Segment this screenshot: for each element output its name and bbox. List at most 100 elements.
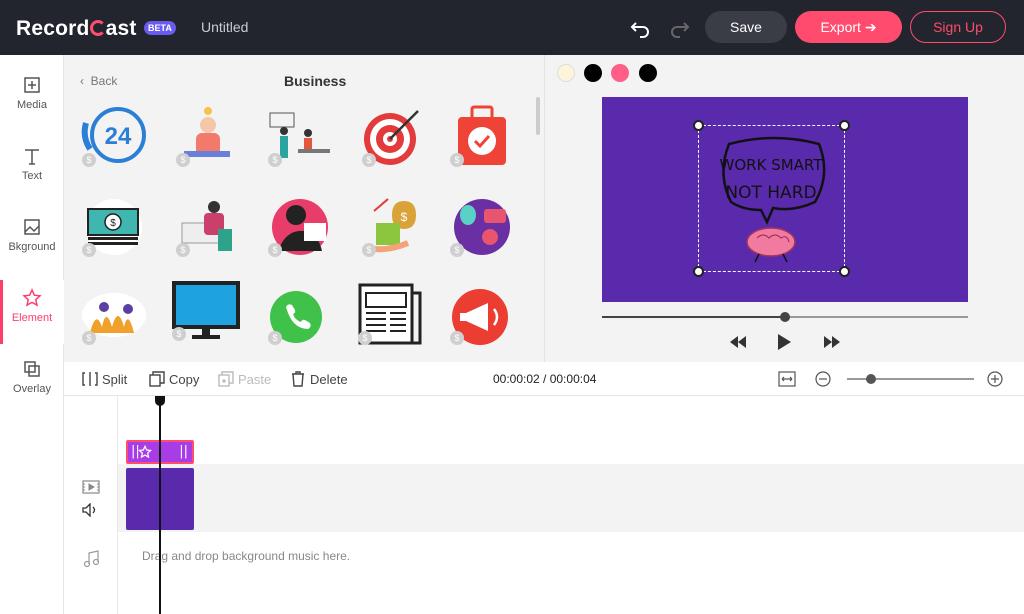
signup-button[interactable]: Sign Up <box>910 11 1006 43</box>
sidebar-item-label: Overlay <box>13 383 51 395</box>
resize-handle[interactable] <box>839 266 850 277</box>
resize-handle[interactable] <box>693 120 704 131</box>
element-panel: ‹ Back Business 24 $ $ $ $ $ $ $ $ $ $ $… <box>64 55 544 362</box>
svg-text:NOT HARD: NOT HARD <box>725 183 816 203</box>
sticker-team-plants[interactable]: $ <box>80 281 148 347</box>
overlay-icon <box>24 361 40 377</box>
sticker-idea-person[interactable]: $ <box>174 103 242 169</box>
color-swatch[interactable] <box>557 64 575 82</box>
color-swatch[interactable] <box>611 64 629 82</box>
play-icon[interactable] <box>776 333 792 351</box>
video-track <box>64 464 1024 532</box>
zoom-slider-knob[interactable] <box>866 374 876 384</box>
playhead-handle[interactable] <box>155 396 165 406</box>
svg-text:WORK SMART: WORK SMART <box>720 156 824 174</box>
premium-badge-icon: $ <box>82 331 96 345</box>
chevron-left-icon: ‹ <box>80 74 84 88</box>
svg-text:24: 24 <box>105 123 132 150</box>
volume-icon[interactable] <box>82 503 100 517</box>
copy-icon <box>149 371 165 387</box>
redo-icon[interactable] <box>668 15 692 39</box>
premium-badge-icon: $ <box>172 327 186 341</box>
sidebar-item-label: Element <box>11 312 53 324</box>
split-button[interactable]: Split <box>82 371 127 387</box>
sticker-alien-idea[interactable]: $ <box>448 193 516 259</box>
media-icon <box>24 77 40 93</box>
export-label: Export <box>820 19 861 35</box>
fit-timeline-icon[interactable] <box>778 371 796 387</box>
sidebar-item-media[interactable]: Media <box>0 67 64 131</box>
seek-progress <box>602 316 783 318</box>
delete-label: Delete <box>310 372 348 387</box>
seek-bar[interactable] <box>602 312 968 322</box>
back-button[interactable]: ‹ Back <box>80 74 117 88</box>
sticker-megaphone[interactable]: $ <box>448 281 516 347</box>
sidebar-item-background[interactable]: Bkground <box>0 209 64 273</box>
paste-button[interactable]: Paste <box>218 371 271 387</box>
background-icon <box>24 219 40 235</box>
export-button[interactable]: Export ➔ <box>795 11 902 43</box>
clip-right-handle-icon[interactable]: || <box>179 444 188 459</box>
resize-handle[interactable] <box>839 120 850 131</box>
video-track-icon <box>82 480 100 494</box>
sticker-business-person[interactable]: $ <box>266 193 334 259</box>
premium-badge-icon: $ <box>176 243 190 257</box>
project-title[interactable]: Untitled <box>201 19 248 35</box>
premium-badge-icon: $ <box>358 331 372 345</box>
premium-badge-icon: $ <box>176 153 190 167</box>
save-button[interactable]: Save <box>705 11 787 43</box>
beta-badge: BETA <box>144 21 176 35</box>
color-swatch[interactable] <box>584 64 602 82</box>
sticker-desk-work[interactable]: $ <box>174 193 242 259</box>
sticker-newspaper[interactable]: $ <box>356 281 424 347</box>
sidebar-item-element[interactable]: Element <box>0 280 64 344</box>
sticker-computer-monitor[interactable]: $ <box>170 277 240 343</box>
playhead[interactable] <box>159 398 161 614</box>
trash-icon <box>292 371 304 387</box>
sidebar-item-label: Bkground <box>8 241 56 253</box>
delete-button[interactable]: Delete <box>290 371 348 387</box>
track-headers <box>64 396 118 614</box>
panel-scrollbar[interactable] <box>536 97 540 135</box>
premium-badge-icon: $ <box>268 153 282 167</box>
color-swatch[interactable] <box>639 64 657 82</box>
premium-badge-icon: $ <box>450 331 464 345</box>
brain-sticker-image: WORK SMART NOT HARD <box>720 136 826 263</box>
zoom-out-icon[interactable] <box>815 371 831 387</box>
undo-icon[interactable] <box>628 15 652 39</box>
sticker-cash-money[interactable]: $ $ <box>80 193 148 259</box>
arrow-right-icon: ➔ <box>864 19 877 35</box>
resize-handle[interactable] <box>693 266 704 277</box>
zoom-in-icon[interactable] <box>987 371 1003 387</box>
star-icon <box>22 288 42 307</box>
sticker-office-meeting[interactable]: $ <box>266 103 334 169</box>
preview-panel: WORK SMART NOT HARD <box>544 55 1024 362</box>
premium-badge-icon: $ <box>362 243 376 257</box>
premium-badge-icon: $ <box>82 243 96 257</box>
copy-label: Copy <box>169 372 200 387</box>
sidebar-item-text[interactable]: Text <box>0 138 64 202</box>
timeline-toolbar: Split Copy Paste Delete 00:00:02 / 00:00… <box>64 362 1024 396</box>
sticker-briefcase-check[interactable]: $ <box>448 103 516 169</box>
sticker-target-arrow[interactable]: $ <box>360 103 428 169</box>
timeline: || || Drag and drop background music her… <box>64 396 1024 614</box>
selected-sticker[interactable]: WORK SMART NOT HARD <box>693 120 850 277</box>
app-logo[interactable]: Record ast <box>16 17 137 41</box>
rewind-icon[interactable] <box>729 335 747 349</box>
sticker-money-growth[interactable]: $ $ <box>360 193 428 259</box>
sidebar-item-overlay[interactable]: Overlay <box>0 351 64 415</box>
sticker-24-hour-support[interactable]: 24 $ <box>80 103 148 169</box>
premium-badge-icon: $ <box>268 331 282 345</box>
split-label: Split <box>102 372 128 387</box>
sidebar: Media Text Bkground Element Overlay <box>0 55 64 614</box>
music-note-icon <box>83 550 99 568</box>
split-icon <box>82 372 98 386</box>
back-label: Back <box>90 74 118 88</box>
copy-button[interactable]: Copy <box>149 371 199 387</box>
seek-knob[interactable] <box>780 312 790 322</box>
music-drop-zone[interactable]: Drag and drop background music here. <box>142 549 350 563</box>
video-canvas[interactable]: WORK SMART NOT HARD <box>602 97 968 302</box>
fast-forward-icon[interactable] <box>823 335 841 349</box>
sidebar-item-label: Media <box>17 99 47 111</box>
sticker-phone-call[interactable]: $ <box>266 281 334 347</box>
